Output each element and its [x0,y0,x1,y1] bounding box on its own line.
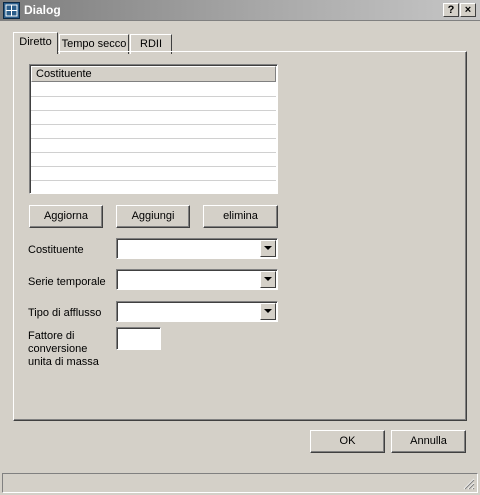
fattore-input[interactable] [116,327,161,350]
title-bar[interactable]: Dialog ? × [0,0,480,21]
list-row[interactable] [31,167,276,181]
list-column-header[interactable]: Costituente [31,66,276,82]
serie-temporale-label: Serie temporale [28,276,106,288]
aggiorna-button[interactable]: Aggiorna [29,205,103,228]
costituente-label: Costituente [28,244,84,256]
help-button[interactable]: ? [443,3,459,17]
list-row[interactable] [31,111,276,125]
app-icon [3,2,20,19]
chevron-down-icon[interactable] [260,271,276,288]
fattore-label-line-2: conversione [28,343,88,355]
close-button[interactable]: × [460,3,476,17]
fattore-label-line-3: unita di massa [28,356,99,368]
status-bar [2,473,478,493]
list-row[interactable] [31,125,276,139]
list-row[interactable] [31,153,276,167]
aggiungi-button[interactable]: Aggiungi [116,205,190,228]
list-row[interactable] [31,97,276,111]
tab-diretto[interactable]: Diretto [13,32,58,54]
elimina-button[interactable]: elimina [203,205,278,228]
ok-button[interactable]: OK [310,430,385,453]
costituente-list[interactable]: Costituente [29,64,278,194]
tipo-afflusso-label: Tipo di afflusso [28,307,102,319]
resize-grip-icon[interactable] [463,478,475,490]
chevron-down-icon[interactable] [260,240,276,257]
fattore-label-line-1: Fattore di [28,330,75,342]
list-row[interactable] [31,83,276,97]
annulla-button[interactable]: Annulla [391,430,466,453]
serie-temporale-combo[interactable] [116,269,278,290]
list-row[interactable] [31,139,276,153]
tipo-afflusso-combo[interactable] [116,301,278,322]
chevron-down-icon[interactable] [260,303,276,320]
costituente-combo[interactable] [116,238,278,259]
window-title: Dialog [24,3,61,17]
